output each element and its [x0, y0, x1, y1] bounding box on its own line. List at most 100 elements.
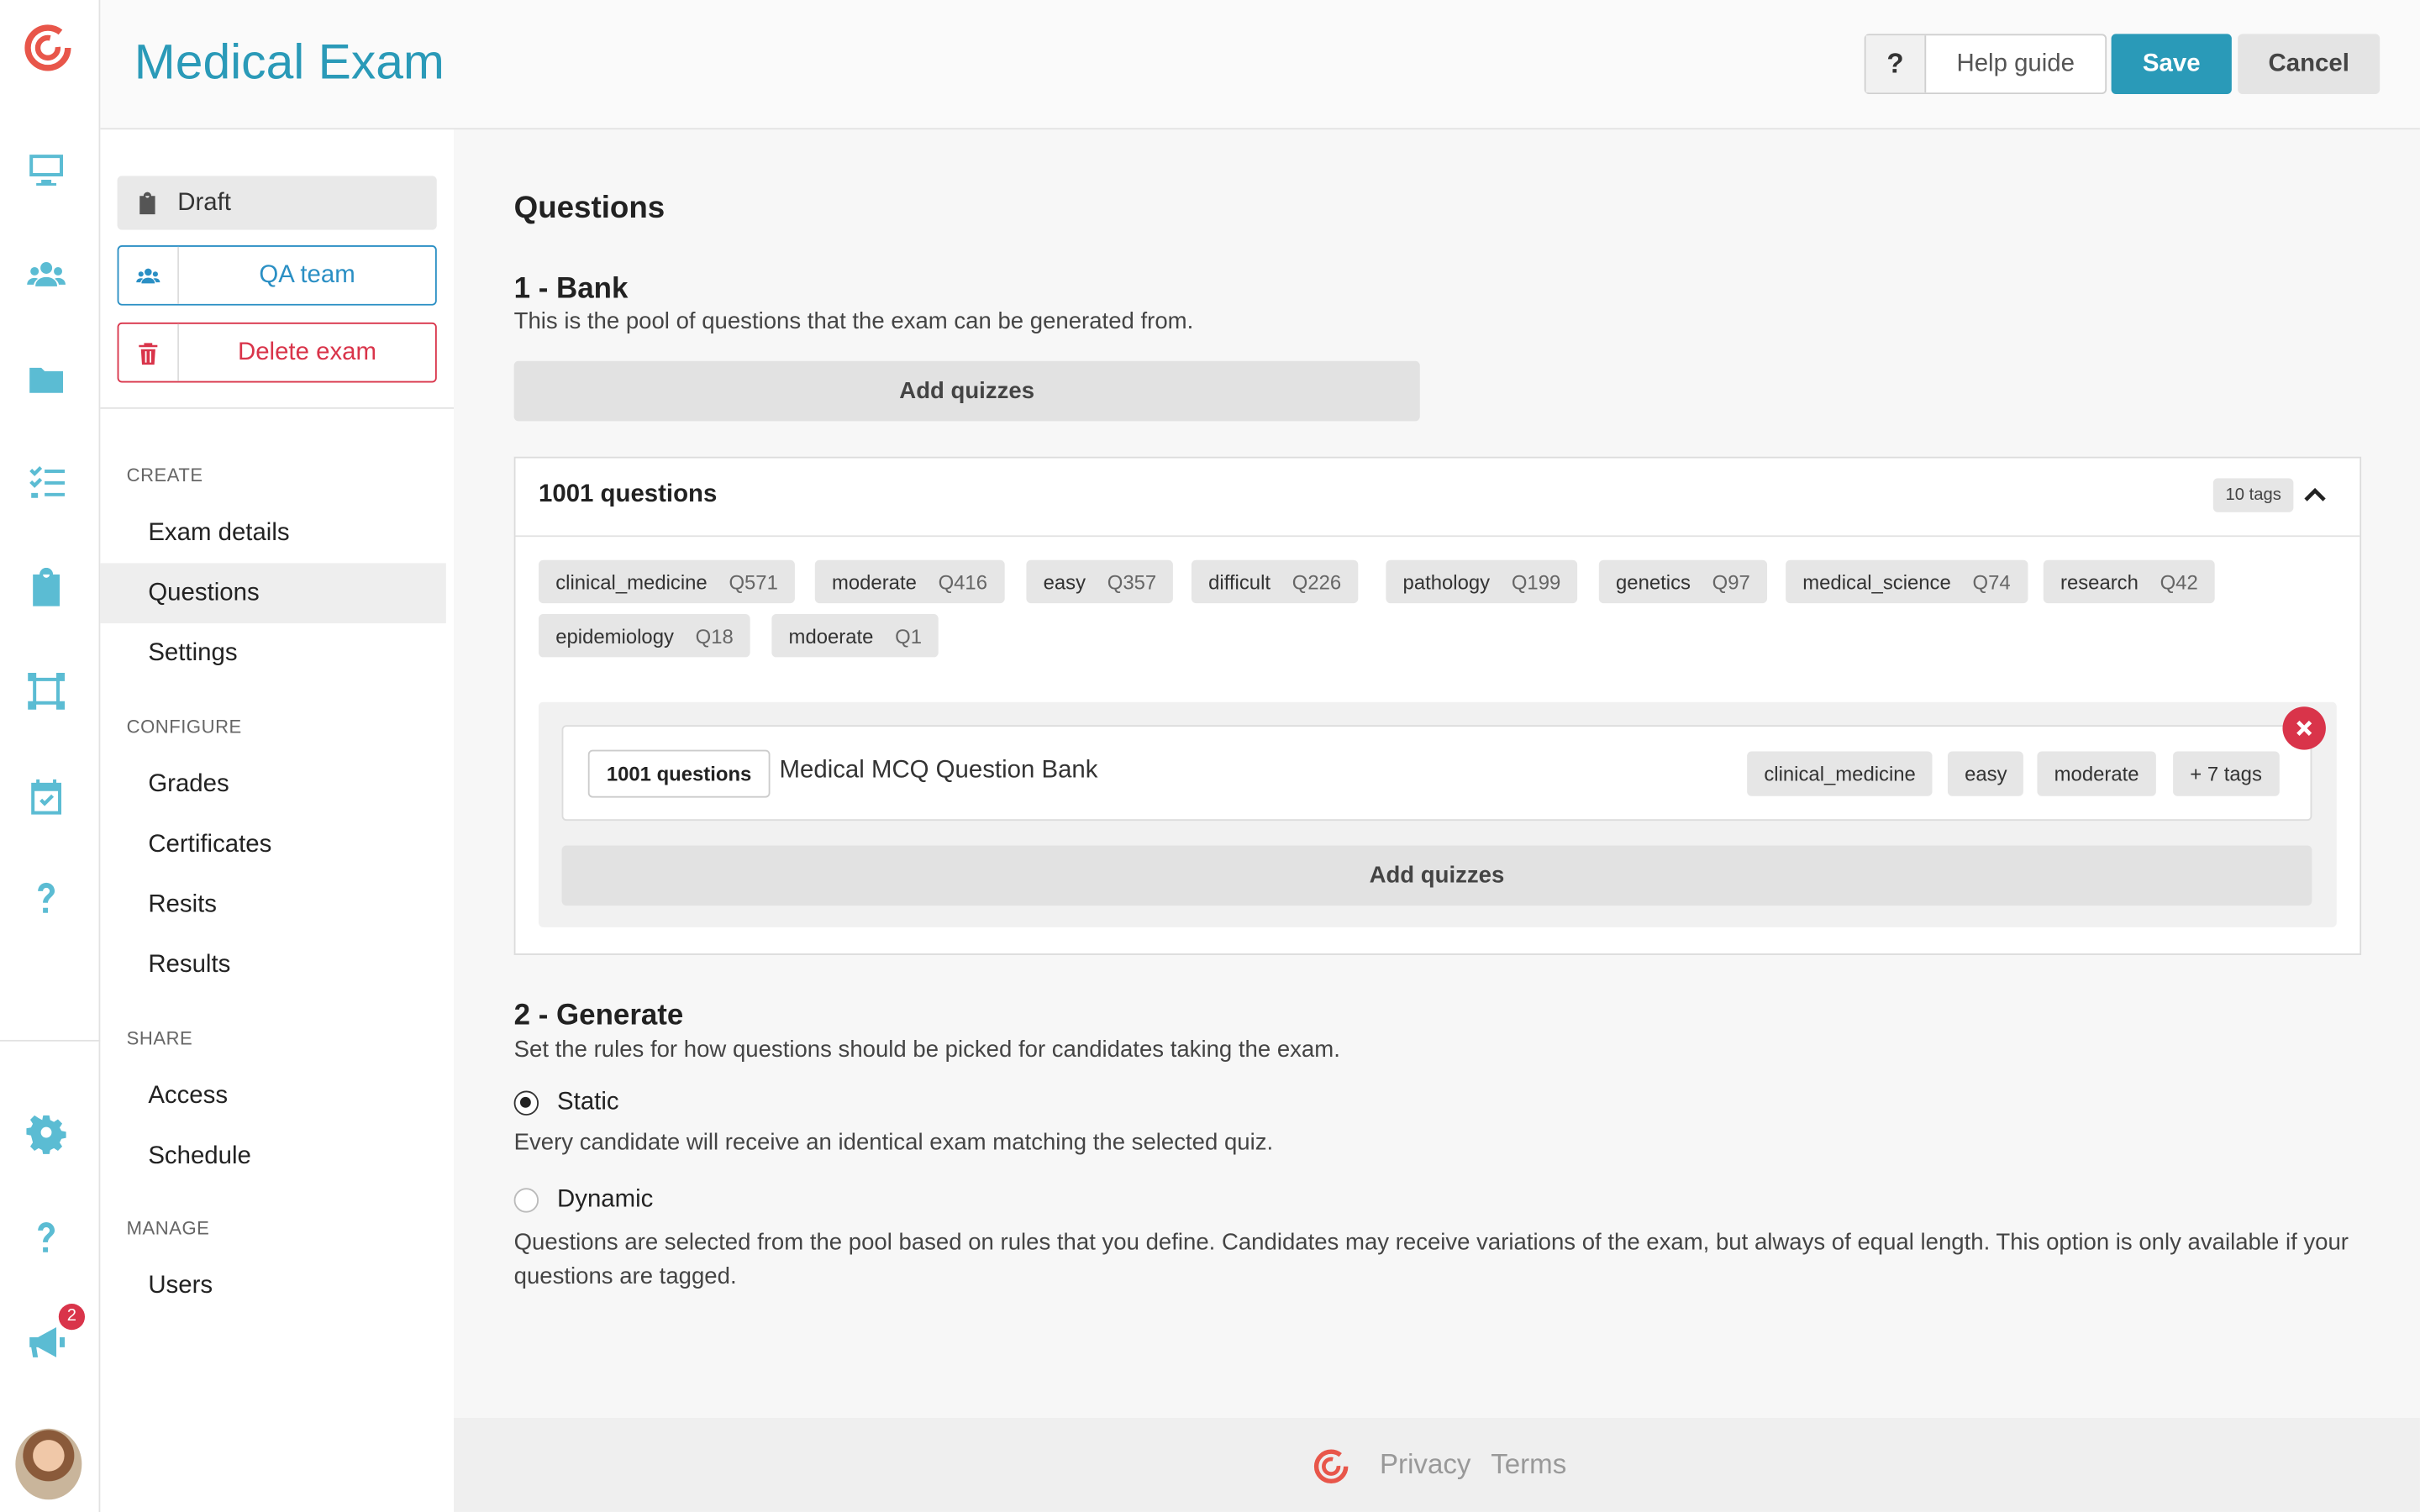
tag-name: epidemiology [555, 623, 674, 648]
tag-name: easy [1043, 570, 1086, 594]
sidebar-divider [100, 407, 454, 409]
gear-icon[interactable] [24, 1110, 70, 1157]
quiz-tag-chip: easy [1947, 751, 2024, 796]
quiz-more-tags[interactable]: + 7 tags [2173, 751, 2280, 796]
app-logo-icon[interactable] [22, 22, 74, 74]
quiz-item[interactable]: 1001 questions Medical MCQ Question Bank… [561, 725, 2312, 822]
bank-card-header[interactable]: 1001 questions 10 tags [515, 458, 2360, 538]
folder-icon[interactable] [24, 356, 70, 402]
tag-count: Q357 [1107, 570, 1157, 594]
static-label[interactable]: Static [557, 1089, 618, 1117]
checklist-icon[interactable] [24, 459, 70, 506]
tag-chip[interactable]: easy Q357 [1026, 559, 1174, 604]
sidebar-item-questions[interactable]: Questions [100, 563, 446, 624]
nav-section-configure: CONFIGURE [126, 716, 242, 738]
clipboard-icon [139, 191, 155, 214]
footer-logo-icon [1313, 1449, 1349, 1484]
bank-title: 1 - Bank [513, 273, 629, 306]
tag-chip[interactable]: epidemiology Q18 [539, 614, 750, 658]
tag-count: Q74 [1972, 570, 2011, 594]
sidebar-item-certificates[interactable]: Certificates [100, 815, 445, 875]
quiz-tag-chip: clinical_medicine [1747, 751, 1933, 796]
tag-name: research [2060, 570, 2139, 594]
tag-chip[interactable]: clinical_medicine Q571 [539, 559, 796, 604]
tag-count: Q97 [1712, 570, 1750, 594]
sidebar-item-exam-details[interactable]: Exam details [100, 503, 445, 564]
sidebar-item-users[interactable]: Users [100, 1256, 445, 1316]
tag-chip[interactable]: moderate Q416 [814, 559, 1005, 604]
users-icon[interactable] [24, 251, 70, 297]
user-avatar[interactable] [15, 1428, 82, 1500]
tag-count: Q416 [938, 570, 988, 594]
tag-count: Q18 [695, 623, 734, 648]
add-quizzes-button[interactable]: Add quizzes [513, 360, 1420, 422]
remove-quiz-icon[interactable] [2282, 706, 2326, 750]
status-label: Draft [177, 188, 231, 216]
clipboard-icon[interactable] [24, 564, 70, 611]
qa-team-button[interactable]: QA team [117, 245, 437, 306]
tag-chip[interactable]: difficult Q226 [1191, 559, 1359, 604]
terms-link[interactable]: Terms [1491, 1449, 1566, 1482]
sidebar-item-settings[interactable]: Settings [100, 623, 445, 684]
frame-icon[interactable] [24, 668, 70, 714]
app-root: 2 Medical Exam ? Help guide Save Cancel … [0, 0, 2420, 1512]
sidebar-item-access[interactable]: Access [100, 1066, 445, 1126]
bank-description: This is the pool of questions that the e… [513, 308, 1194, 335]
quiz-tag-chip: moderate [2037, 751, 2156, 796]
sidebar-item-results[interactable]: Results [100, 935, 445, 995]
monitor-icon[interactable] [24, 146, 70, 192]
sidebar-item-grades[interactable]: Grades [100, 754, 445, 815]
delete-exam-button[interactable]: Delete exam [117, 322, 437, 383]
tag-chip[interactable]: research Q42 [2043, 559, 2215, 604]
trash-icon [118, 323, 180, 381]
tag-name: clinical_medicine [555, 570, 708, 594]
tag-chip[interactable]: medical_science Q74 [1786, 559, 2028, 604]
tag-count: Q1 [895, 623, 922, 648]
chevron-up-icon[interactable] [2302, 481, 2329, 509]
notification-badge: 2 [58, 1304, 86, 1331]
cancel-button[interactable]: Cancel [2238, 34, 2381, 95]
quiz-question-count: 1001 questions [587, 749, 771, 798]
help-guide-label: Help guide [1956, 50, 2075, 76]
question-mark-icon: ? [1865, 35, 1927, 93]
help-guide-button[interactable]: ? Help guide [1864, 34, 2107, 95]
dynamic-radio[interactable] [513, 1188, 539, 1213]
nav-section-share: SHARE [126, 1027, 193, 1049]
static-description: Every candidate will receive an identica… [513, 1129, 1274, 1156]
tag-name: genetics [1616, 570, 1691, 594]
tag-name: pathology [1402, 570, 1491, 594]
help-icon[interactable] [24, 876, 70, 922]
tag-chip[interactable]: genetics Q97 [1598, 559, 1768, 604]
qa-team-label: QA team [259, 261, 355, 288]
dynamic-label[interactable]: Dynamic [557, 1186, 653, 1214]
page-footer: Privacy Terms [453, 1417, 2420, 1512]
save-button[interactable]: Save [2111, 34, 2232, 95]
sidebar-item-schedule[interactable]: Schedule [100, 1126, 445, 1187]
tag-count-badge: 10 tags [2212, 478, 2294, 512]
static-radio[interactable] [513, 1090, 539, 1116]
tag-chip[interactable]: pathology Q199 [1386, 559, 1578, 604]
sidebar-item-resits[interactable]: Resits [100, 874, 445, 935]
main-content: Questions 1 - Bank This is the pool of q… [453, 129, 2420, 1418]
exam-sidebar: Draft QA team Delete exam CREATE Exam de… [100, 129, 454, 1512]
tag-count: Q226 [1292, 570, 1342, 594]
tag-chip[interactable]: mdoerate Q1 [771, 614, 939, 658]
users-icon [118, 246, 180, 304]
rail-divider [0, 1039, 101, 1042]
calendar-check-icon[interactable] [24, 773, 70, 819]
nav-section-create: CREATE [126, 464, 203, 486]
nav-section-manage: MANAGE [126, 1217, 210, 1239]
question-icon[interactable] [24, 1215, 70, 1262]
inner-add-quizzes-button[interactable]: Add quizzes [561, 845, 2312, 906]
page-title: Medical Exam [134, 34, 445, 90]
privacy-link[interactable]: Privacy [1380, 1449, 1470, 1482]
tag-name: moderate [831, 570, 917, 594]
quiz-name: Medical MCQ Question Bank [779, 757, 1098, 785]
icon-rail: 2 [0, 0, 101, 1512]
tag-name: difficult [1208, 570, 1271, 594]
generate-title: 2 - Generate [513, 1000, 684, 1032]
question-bank-card: 1001 questions 10 tags clinical_medicine… [513, 456, 2362, 955]
section-heading: Questions [513, 191, 666, 226]
page-header: Medical Exam ? Help guide Save Cancel [100, 0, 2420, 130]
tag-name: mdoerate [788, 623, 874, 648]
